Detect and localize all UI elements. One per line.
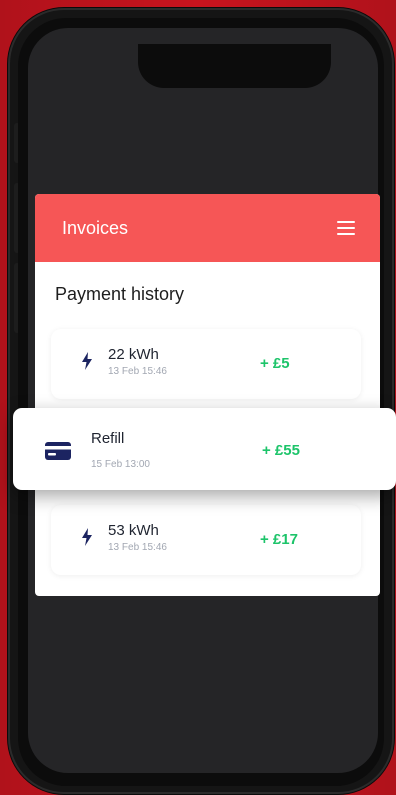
transaction-card-selected[interactable]: Refill 15 Feb 13:00 + £55 <box>13 408 396 490</box>
transaction-date: 13 Feb 15:46 <box>108 366 167 377</box>
transaction-date: 15 Feb 13:00 <box>91 459 150 470</box>
app-header: Invoices <box>35 194 380 262</box>
transaction-card[interactable]: 22 kWh 13 Feb 15:46 + £5 <box>51 329 361 399</box>
transaction-title: Refill <box>91 430 125 447</box>
transaction-amount: + £55 <box>262 442 300 459</box>
invoices-panel: Invoices Payment history 22 kWh 13 Feb 1… <box>35 194 380 596</box>
phone-notch <box>138 44 331 88</box>
transaction-date: 13 Feb 15:46 <box>108 542 167 553</box>
transaction-amount: + £5 <box>260 355 290 372</box>
card-icon <box>45 442 71 465</box>
transaction-title: 53 kWh <box>108 522 159 539</box>
transaction-amount: + £17 <box>260 531 298 548</box>
app-title: Invoices <box>62 217 129 238</box>
lightning-icon <box>81 352 93 375</box>
hamburger-menu-icon[interactable] <box>337 221 355 235</box>
lightning-icon <box>81 528 93 551</box>
transaction-card[interactable]: 53 kWh 13 Feb 15:46 + £17 <box>51 505 361 575</box>
transaction-title: 22 kWh <box>108 346 159 363</box>
section-title: Payment history <box>55 284 185 304</box>
